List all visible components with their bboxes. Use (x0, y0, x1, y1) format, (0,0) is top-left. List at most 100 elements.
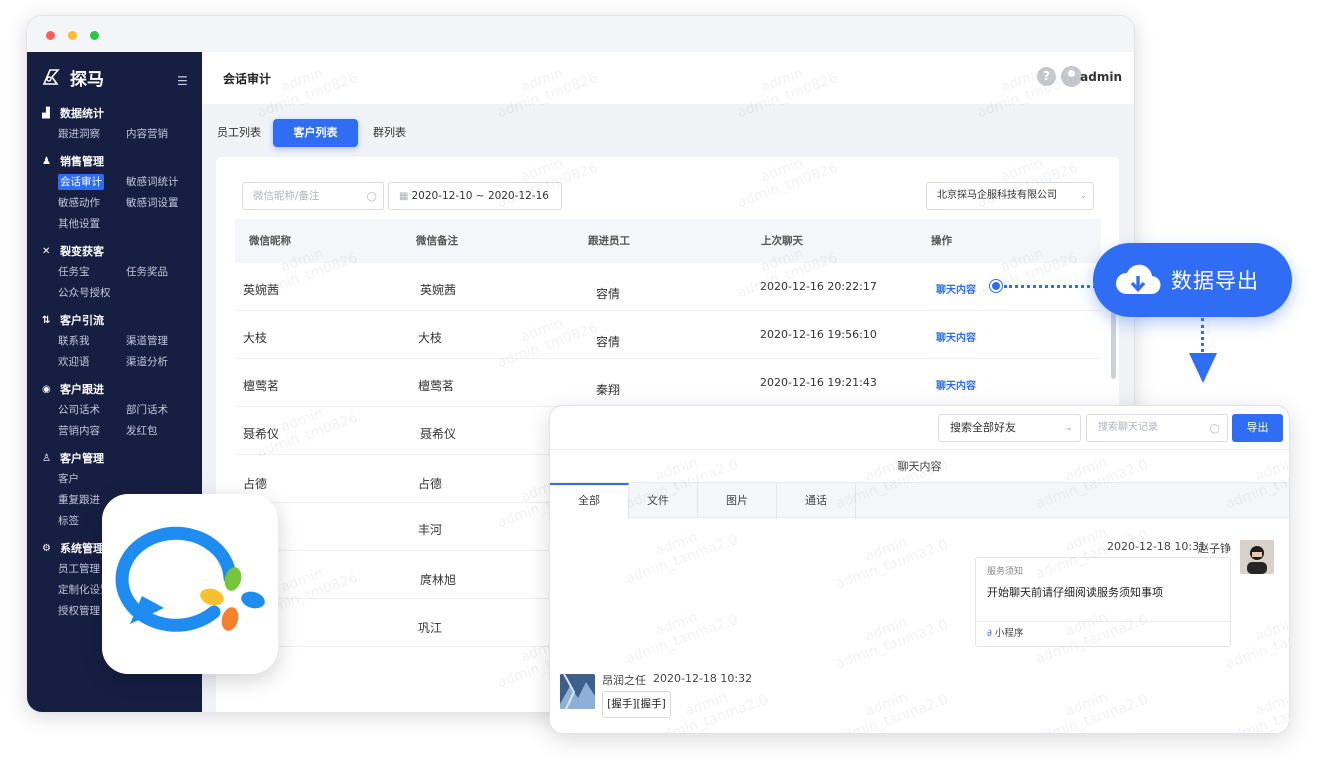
close-window-button[interactable] (46, 31, 55, 40)
chevron-down-icon: ⌄ (1079, 191, 1087, 201)
sidebar-item-dept-script[interactable]: 部门话术 (126, 400, 206, 421)
sidebar-item-sensitive-word-settings[interactable]: 敏感词设置 (126, 193, 206, 214)
customers-icon: ♙ (42, 452, 51, 464)
help-icon[interactable]: ? (1037, 67, 1056, 86)
wecom-app-icon (102, 494, 278, 674)
sidebar-item-task-prize[interactable]: 任务奖品 (126, 262, 206, 283)
column-header: 操作 (931, 235, 952, 247)
sidebar-item-marketing-content[interactable]: 营销内容 (58, 421, 126, 442)
cell-remark: 占德 (418, 477, 443, 491)
nav-group-title[interactable]: ▟ 数据统计 (27, 102, 202, 124)
cell-staff: 容倩 (596, 287, 621, 301)
arrow-down-icon (1189, 353, 1217, 383)
sidebar-item-sensitive-word-stats[interactable]: 敏感词统计 (126, 172, 206, 193)
sidebar-item-task-treasure[interactable]: 任务宝 (58, 262, 126, 283)
chat-content-window: 搜索全部好友 ⌄ 搜索聊天记录 ○ 导出 聊天内容 全部 文件 图片 通话 20… (549, 405, 1290, 734)
table-header: 微信昵称 微信备注 跟进员工 上次聊天 操作 (235, 219, 1101, 263)
sidebar-item-session-audit[interactable]: 会话审计 (58, 174, 104, 190)
message-sender: 昂润之任 (602, 674, 646, 687)
column-header: 微信备注 (416, 235, 458, 247)
watermark: adminadmin_tanma2.0 (833, 689, 951, 734)
maximize-window-button[interactable] (90, 31, 99, 40)
tab-files[interactable]: 文件 (619, 483, 698, 519)
brand[interactable]: 探马 ☰ (27, 52, 202, 102)
collapse-menu-icon[interactable]: ☰ (177, 74, 188, 88)
column-header: 微信昵称 (249, 235, 291, 247)
cell-remark: 巩江 (418, 621, 443, 635)
cell-remark: 聂希仪 (420, 427, 457, 441)
user-avatar-icon[interactable] (1061, 66, 1082, 87)
cell-staff: 秦翔 (596, 383, 621, 397)
cell-nickname: 聂希仪 (243, 427, 280, 441)
nav-group-title[interactable]: ⇅ 客户引流 (27, 309, 202, 331)
export-button[interactable]: 导出 (1232, 414, 1283, 442)
chat-content-link[interactable]: 聊天内容 (936, 329, 976, 344)
sidebar-item-content-marketing[interactable]: 内容营销 (126, 124, 206, 145)
calendar-icon: ▦ (399, 191, 409, 202)
cell-nickname: 大枝 (243, 331, 268, 345)
data-export-callout: 数据导出 (1093, 243, 1292, 317)
nav-group-title[interactable]: ✕ 裂变获客 (27, 240, 202, 262)
sidebar-item-sensitive-action[interactable]: 敏感动作 (58, 193, 126, 214)
tab-customer-list[interactable]: 客户列表 (273, 119, 358, 147)
sidebar-item-red-packet[interactable]: 发红包 (126, 421, 206, 442)
sidebar-item-other-settings[interactable]: 其他设置 (58, 214, 126, 235)
message-bubble: [握手][握手] (602, 691, 671, 718)
sidebar-item-official-account-auth[interactable]: 公众号授权 (58, 283, 126, 304)
title-bar (27, 16, 1134, 52)
minimize-window-button[interactable] (68, 31, 77, 40)
nav-group-title[interactable]: ♟ 销售管理 (27, 150, 202, 172)
sidebar-item-channel-manage[interactable]: 渠道管理 (126, 331, 206, 352)
nav-group-title[interactable]: ♙ 客户管理 (27, 447, 202, 469)
nickname-search-input[interactable]: 微信昵称/备注 ○ (242, 182, 384, 210)
nav-group-fission: ✕ 裂变获客 任务宝 任务奖品 公众号授权 (27, 240, 202, 309)
message-sender: 赵子铮 (1198, 542, 1231, 555)
watermark: adminadmin_tanma2.0 (623, 529, 741, 588)
company-select[interactable]: 北京探马企服科技有限公司 ⌄ (926, 182, 1094, 210)
chat-content-link[interactable]: 聊天内容 (936, 377, 976, 392)
column-header: 上次聊天 (761, 235, 803, 247)
sidebar-item-follow-insight[interactable]: 跟进洞察 (58, 124, 126, 145)
tab-images[interactable]: 图片 (698, 483, 777, 519)
mini-program-icon: ∂ (987, 628, 992, 639)
sidebar-item-customer[interactable]: 客户 (58, 469, 126, 490)
search-icon: ○ (366, 189, 377, 203)
friend-filter-select[interactable]: 搜索全部好友 ⌄ (938, 414, 1081, 442)
avatar (1240, 540, 1274, 574)
nav-group-stats: ▟ 数据统计 跟进洞察 内容营销 (27, 102, 202, 150)
watermark: adminadmin_tanma2.0 (623, 609, 741, 668)
nav-group-title[interactable]: ◉ 客户跟进 (27, 378, 202, 400)
username[interactable]: admin (1080, 70, 1122, 84)
settings-icon: ⚙ (42, 542, 51, 554)
chat-search-input[interactable]: 搜索聊天记录 ○ (1086, 414, 1228, 442)
fission-icon: ✕ (42, 245, 51, 257)
watermark: adminadmin_tanma2.0 (1223, 689, 1290, 734)
chat-content-link[interactable]: 聊天内容 (936, 281, 976, 296)
data-export-label: 数据导出 (1171, 269, 1259, 293)
date-range-picker[interactable]: ▦ 2020-12-10 ~ 2020-12-16 (388, 182, 562, 210)
brand-name: 探马 (70, 69, 104, 90)
mini-program-link[interactable]: ∂ 小程序 (976, 621, 1230, 646)
tab-calls[interactable]: 通话 (777, 483, 856, 519)
tanma-logo-icon (42, 69, 60, 85)
service-notice-label: 服务须知 (987, 567, 1024, 577)
sidebar-item-contact-me[interactable]: 联系我 (58, 331, 126, 352)
top-bar: 会话审计 ? admin (202, 52, 1134, 104)
column-header: 跟进员工 (588, 235, 630, 247)
sidebar-item-welcome-msg[interactable]: 欢迎语 (58, 352, 126, 373)
message-time: 2020-12-18 10:32 (653, 672, 753, 685)
cell-last-chat: 2020-12-16 19:21:43 (760, 376, 877, 389)
avatar (560, 674, 595, 709)
tab-all[interactable]: 全部 (550, 483, 629, 519)
cell-remark: 丰河 (418, 523, 443, 537)
tab-group-list[interactable]: 群列表 (373, 119, 406, 147)
bar-chart-icon: ▟ (42, 107, 50, 119)
watermark: adminadmin_tanma2.0 (1033, 689, 1151, 734)
tab-staff-list[interactable]: 员工列表 (217, 119, 261, 147)
chat-title: 聊天内容 (550, 449, 1289, 482)
cell-nickname: 英婉茜 (243, 283, 280, 297)
cloud-download-icon (1115, 264, 1161, 295)
sidebar-item-company-script[interactable]: 公司话术 (58, 400, 126, 421)
person-icon: ♟ (42, 155, 51, 167)
sidebar-item-channel-analysis[interactable]: 渠道分析 (126, 352, 206, 373)
